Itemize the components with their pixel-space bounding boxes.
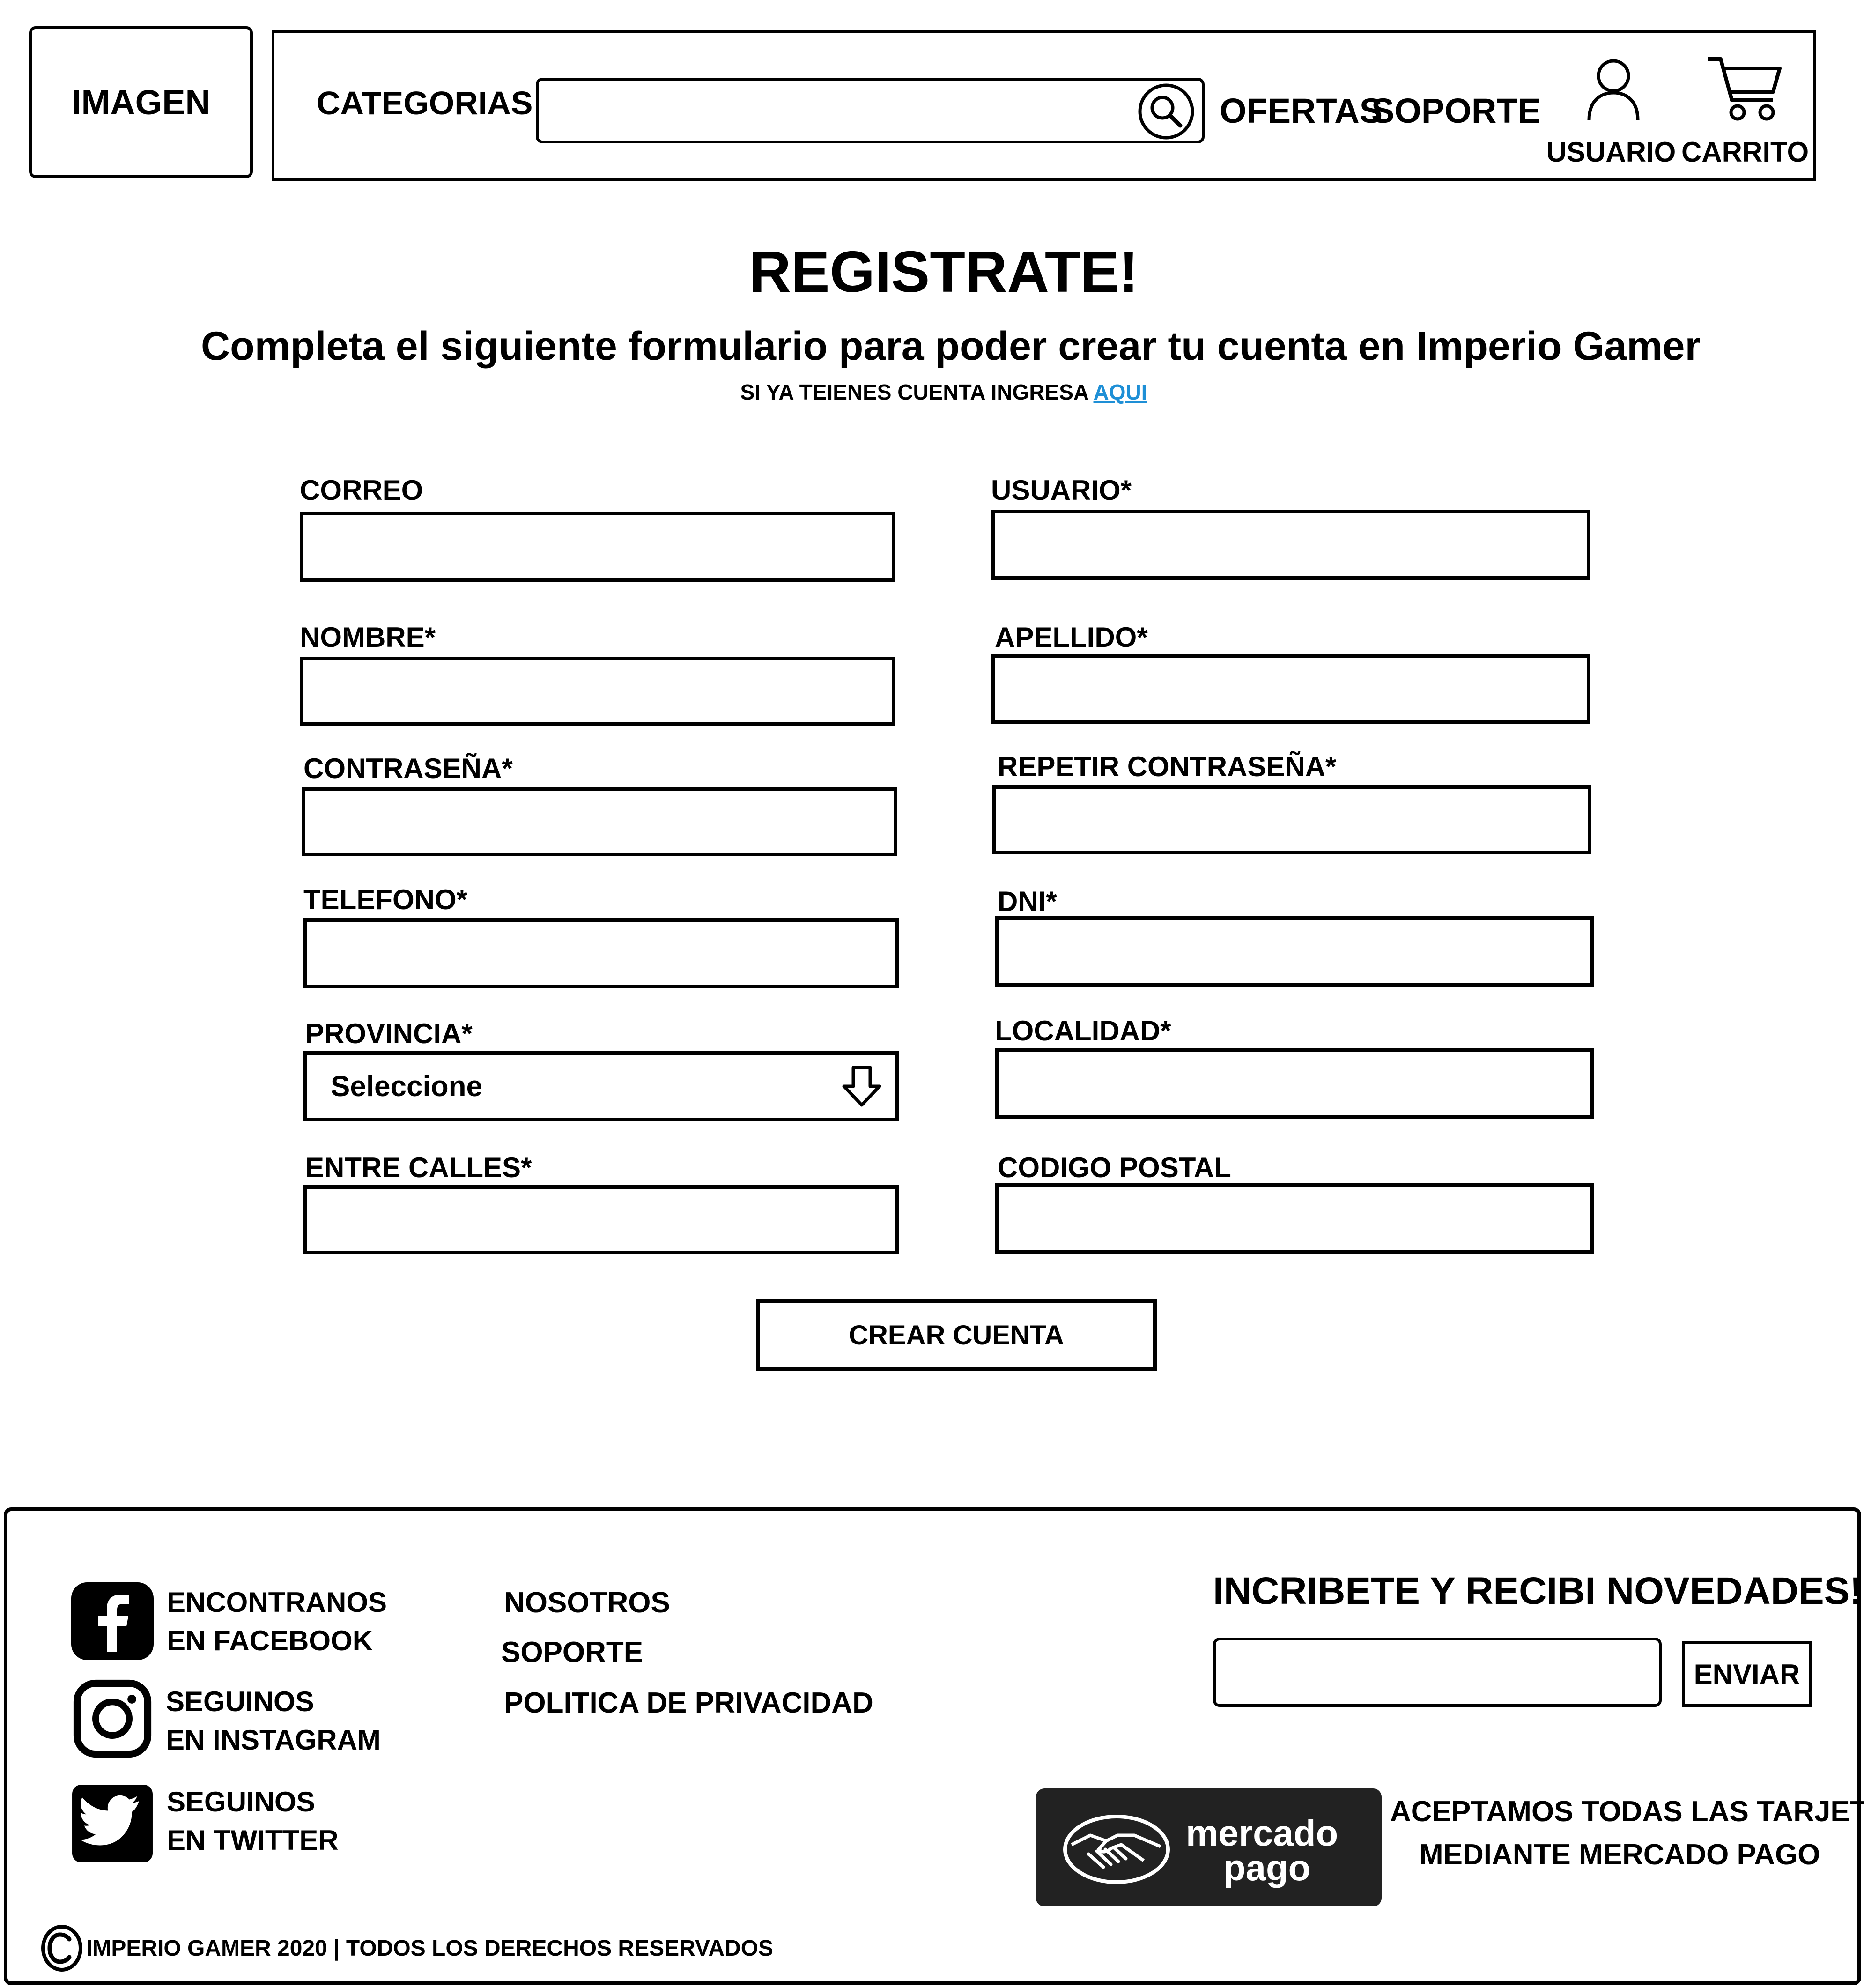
instagram-icon[interactable] [70,1679,155,1758]
newsletter-email-input[interactable] [1213,1638,1662,1707]
instagram-line-1: SEGUINOS [166,1686,314,1717]
correo-input[interactable] [300,512,895,582]
entre-calles-input[interactable] [303,1185,899,1254]
twitter-link[interactable]: SEGUINOS EN TWITTER [167,1783,339,1860]
twitter-icon[interactable] [70,1784,155,1863]
payment-text-line-1: ACEPTAMOS TODAS LAS TARJETAS [1390,1795,1864,1828]
copyright-icon [41,1925,82,1972]
usuario-input[interactable] [991,510,1590,580]
apellido-input[interactable] [991,654,1590,724]
cart-link[interactable]: CARRITO [1681,52,1809,173]
facebook-line-1: ENCONTRANOS [167,1587,387,1618]
newsletter-title: INCRIBETE Y RECIBI NOVEDADES! [1213,1570,1863,1612]
repetir-contrasena-input[interactable] [992,785,1591,854]
page-subtitle: Completa el siguiente formulario para po… [201,324,1701,369]
mercado-pago-logo: mercado pago [1036,1788,1382,1906]
dni-input[interactable] [995,916,1594,987]
provincia-selected-value: Seleccione [331,1070,482,1103]
newsletter-send-button[interactable]: ENVIAR [1682,1641,1812,1707]
instagram-link[interactable]: SEGUINOS EN INSTAGRAM [166,1683,381,1759]
nombre-label: NOMBRE* [300,622,436,653]
user-icon [1587,59,1640,120]
repetir-contrasena-label: REPETIR CONTRASEÑA* [998,751,1337,782]
copyright-text: IMPERIO GAMER 2020 | TODOS LOS DERECHOS … [86,1936,774,1961]
provincia-label: PROVINCIA* [305,1018,473,1049]
usuario-label: USUARIO* [991,475,1132,506]
facebook-link[interactable]: ENCONTRANOS EN FACEBOOK [167,1583,387,1660]
mercado-pago-wordmark-2: pago [1223,1847,1311,1888]
contrasena-label: CONTRASEÑA* [303,753,513,784]
footer-link-nosotros[interactable]: NOSOTROS [504,1586,670,1619]
footer-link-soporte[interactable]: SOPORTE [501,1636,643,1669]
page-title: REGISTRATE! [749,240,1139,304]
twitter-line-1: SEGUINOS [167,1786,315,1817]
login-prompt-text: SI YA TEIENES CUENTA INGRESA [740,380,1088,404]
nombre-input[interactable] [300,657,895,726]
entre-calles-label: ENTRE CALLES* [305,1152,532,1183]
twitter-line-2: EN TWITTER [167,1825,339,1856]
search-icon[interactable] [1137,82,1195,141]
contrasena-input[interactable] [302,787,897,856]
search-input[interactable] [536,78,1205,143]
login-link[interactable]: AQUI [1094,380,1147,404]
telefono-input[interactable] [303,918,899,988]
logo-placeholder[interactable]: IMAGEN [29,26,253,178]
localidad-label: LOCALIDAD* [995,1015,1171,1046]
facebook-line-2: EN FACEBOOK [167,1625,373,1656]
nav-soporte[interactable]: SOPORTE [1371,91,1541,131]
instagram-line-2: EN INSTAGRAM [166,1724,381,1756]
cart-label: CARRITO [1681,136,1809,168]
correo-label: CORREO [300,475,423,506]
user-account-link[interactable]: USUARIO [1546,56,1677,173]
cart-icon [1708,57,1782,121]
footer-link-privacidad[interactable]: POLITICA DE PRIVACIDAD [504,1686,873,1720]
facebook-icon[interactable] [70,1581,155,1661]
nav-categorias[interactable]: CATEGORIAS [317,84,533,122]
arrow-down-icon [842,1066,881,1107]
nav-ofertas[interactable]: OFERTAS [1220,91,1383,131]
codigo-postal-input[interactable] [995,1183,1594,1254]
dni-label: DNI* [998,886,1057,917]
telefono-label: TELEFONO* [303,884,468,915]
apellido-label: APELLIDO* [995,622,1148,653]
provincia-select[interactable]: Seleccione [303,1051,899,1121]
create-account-button[interactable]: CREAR CUENTA [756,1299,1157,1371]
user-label: USUARIO [1546,136,1676,168]
localidad-input[interactable] [995,1048,1594,1119]
codigo-postal-label: CODIGO POSTAL [998,1152,1231,1183]
payment-text-line-2: MEDIANTE MERCADO PAGO [1419,1839,1820,1871]
handshake-icon [1063,1815,1170,1884]
login-prompt: SI YA TEIENES CUENTA INGRESA AQUI [0,379,1864,405]
